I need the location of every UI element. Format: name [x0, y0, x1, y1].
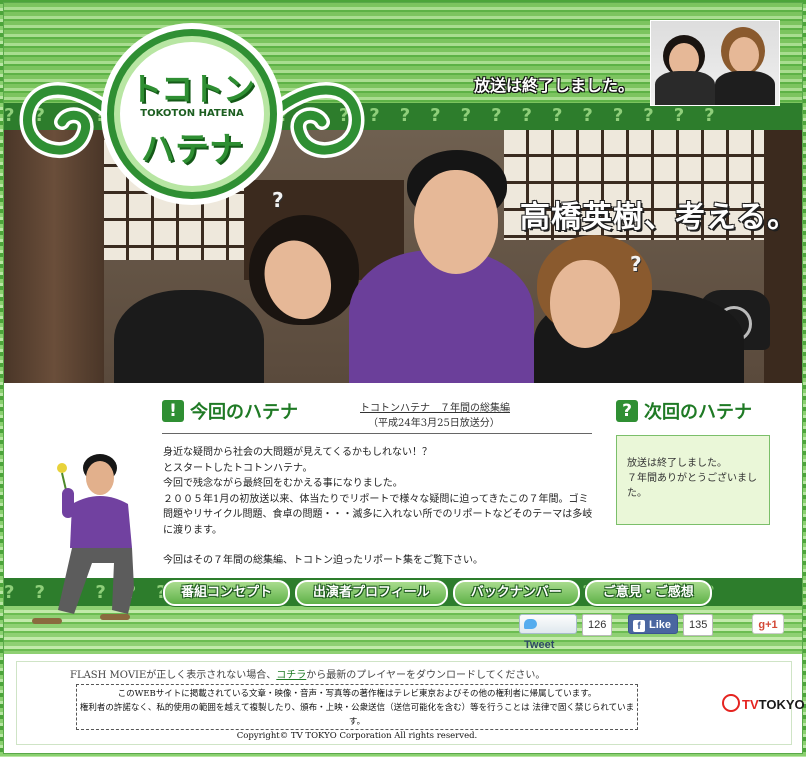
tweet-count: 126: [582, 614, 613, 636]
logo-text-top: トコトン: [130, 70, 255, 108]
nav-profile-button[interactable]: 出演者プロフィール: [295, 580, 448, 606]
like-label: Like: [649, 619, 672, 631]
brand-tv: TV: [742, 697, 759, 712]
twitter-bird-icon: [524, 619, 537, 629]
exclamation-icon: !: [162, 400, 184, 422]
tweet-label: Tweet: [524, 639, 555, 651]
desc-line: 身近な疑問から社会の大問題が見えてくるかもしれない！？: [163, 447, 432, 458]
desc-line: 今回はその７年間の総集編、トコトン迫ったリポート集をご覧下さい。: [163, 555, 483, 566]
copyright-line: Copyright© TV TOKYO Corporation All righ…: [236, 731, 478, 741]
logo-text-bottom: ハテナ: [141, 130, 243, 170]
person-right-face: [550, 260, 620, 348]
episode-description: 身近な疑問から社会の大問題が見えてくるかもしれない！？ とスタートしたトコトンハ…: [163, 445, 595, 569]
desc-line: とスタートしたトコトンハテナ。: [163, 462, 313, 474]
copyright-line: このWEBサイトに掲載されている文章・映像・音声・写真等の著作権はテレビ東京およ…: [117, 689, 597, 699]
gplus-button[interactable]: g+1: [752, 614, 784, 634]
cast-photo: [650, 20, 780, 106]
next-text-line: ７年間ありがとうございました。: [627, 473, 757, 499]
next-text-line: 放送は終了しました。: [627, 458, 727, 469]
desc-line: ２００５年1月の初放送以来、体当たりでリポートで様々な疑問に迫ってきたこの７年間…: [163, 493, 593, 536]
like-count: 135: [683, 614, 714, 636]
broadcast-status: 放送は終了しました。: [474, 76, 635, 95]
copyright-line: 権利者の許諾なく、私的使用の範囲を越えて複製したり、頒布・上映・公衆送信（送信可…: [79, 703, 635, 727]
flash-note: FLASH MOVIEが正しく表示されない場合、コチラから最新のプレイヤーをダウ…: [70, 666, 545, 681]
episode-date: （平成24年3月25日放送分）: [368, 418, 500, 429]
next-heading-label: 次回のハテナ: [644, 402, 752, 423]
flash-note-before: FLASH MOVIEが正しく表示されない場合、: [70, 670, 277, 681]
nav-concept-button[interactable]: 番組コンセプト: [163, 580, 291, 606]
flash-note-after: から最新のプレイヤーをダウンロードしてください。: [306, 670, 546, 681]
like-button[interactable]: f Like: [628, 614, 678, 634]
hero-tagline: 高橋英樹、考える。: [520, 200, 799, 235]
tv-tokyo-ring-icon: [722, 694, 740, 712]
host-figure: [22, 438, 142, 638]
person-center-face: [414, 170, 498, 274]
desc-line: 今回で残念ながら最終回をむかえる事になりました。: [163, 478, 403, 489]
brand-name: TOKYO: [758, 697, 805, 712]
question-icon: ?: [616, 400, 638, 422]
tweet-button[interactable]: Tweet: [519, 614, 577, 651]
nav-backnumber-button[interactable]: バックナンバー: [452, 580, 580, 606]
tv-tokyo-logo[interactable]: TVTOKYO: [722, 694, 805, 712]
person-left-body: [114, 290, 264, 383]
current-heading: ! 今回のハテナ: [162, 398, 298, 424]
episode-title[interactable]: トコトンハテナ ７年間の総集編: [360, 401, 510, 416]
facebook-icon: f: [633, 620, 645, 632]
episode-info: トコトンハテナ ７年間の総集編 （平成24年3月25日放送分）: [360, 401, 510, 431]
next-heading: ? 次回のハテナ: [616, 398, 752, 424]
next-info-box: 放送は終了しました。 ７年間ありがとうございました。: [616, 435, 770, 525]
divider: [162, 433, 592, 434]
nav-feedback-button[interactable]: ご意見・ご感想: [584, 580, 712, 606]
logo-text-latin: TOKOTON HATENA: [140, 108, 244, 119]
flash-download-link[interactable]: コチラ: [276, 670, 306, 681]
question-mark-icon: ?: [630, 252, 642, 276]
main-nav: 番組コンセプト 出演者プロフィール バックナンバー ご意見・ご感想: [163, 580, 712, 606]
site-logo[interactable]: トコトン TOKOTON HATENA ハテナ: [14, 22, 370, 208]
copyright-notice: このWEBサイトに掲載されている文章・映像・音声・写真等の著作権はテレビ東京およ…: [76, 684, 638, 741]
current-heading-label: 今回のハテナ: [190, 402, 298, 423]
